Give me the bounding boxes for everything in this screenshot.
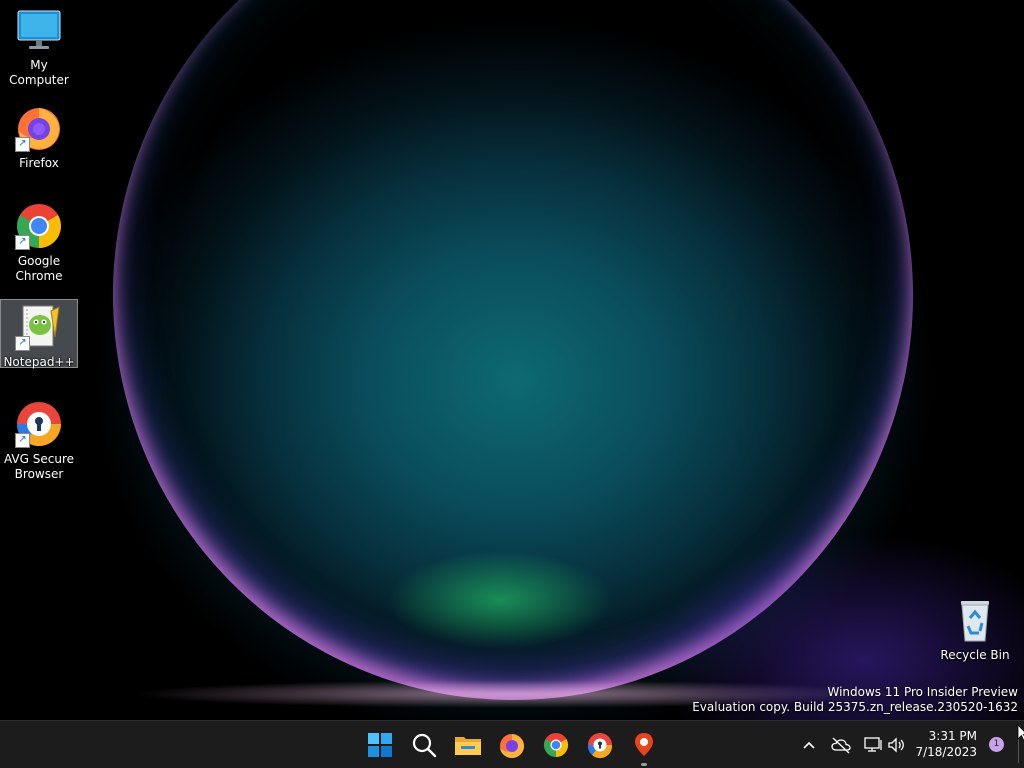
- maps-pin-icon: [635, 733, 653, 756]
- windows-evaluation-watermark: Windows 11 Pro Insider Preview Evaluatio…: [692, 685, 1018, 715]
- monitor-icon: [15, 6, 63, 54]
- show-hidden-icons-button[interactable]: [799, 735, 819, 755]
- notepad-plus-plus-icon: ↗: [15, 303, 63, 351]
- desktop-icon-firefox[interactable]: ↗ Firefox: [1, 104, 77, 170]
- search-icon: [412, 733, 437, 758]
- clock-time: 3:31 PM: [928, 729, 977, 743]
- desktop-icon-label: Recycle Bin: [940, 648, 1010, 662]
- network-status-button[interactable]: [862, 735, 884, 755]
- desktop-icon-label: Google Chrome: [15, 254, 63, 283]
- desktop-icon-notepad-plus-plus[interactable]: ↗ Notepad++: [0, 299, 78, 369]
- file-explorer-icon: [455, 737, 481, 755]
- desktop-wallpaper: [0, 0, 1024, 720]
- volume-button[interactable]: [886, 735, 906, 755]
- desktop-icon-label: Firefox: [19, 156, 59, 170]
- notification-count-badge[interactable]: 1: [989, 737, 1004, 752]
- desktop-icon-avg-secure-browser[interactable]: ↗ AVG Secure Browser: [1, 400, 77, 482]
- file-explorer-button[interactable]: [452, 729, 484, 761]
- avg-secure-browser-icon: ↗: [15, 400, 63, 448]
- shortcut-arrow-icon: ↗: [15, 433, 30, 448]
- start-icon: [368, 733, 392, 757]
- taskbar-firefox-button[interactable]: [496, 729, 528, 761]
- desktop-icon-label: My Computer: [9, 58, 69, 87]
- running-indicator: [641, 763, 647, 766]
- desktop-icon-google-chrome[interactable]: ↗ Google Chrome: [1, 202, 77, 284]
- firefox-icon: [500, 734, 524, 758]
- firefox-icon: ↗: [15, 104, 63, 152]
- taskbar-chrome-button[interactable]: [540, 729, 572, 761]
- taskbar-clock[interactable]: 3:31 PM 7/18/2023: [915, 728, 977, 760]
- volume-icon: [888, 737, 904, 753]
- desktop-icon-my-computer[interactable]: My Computer: [1, 6, 77, 87]
- desktop-icon-recycle-bin[interactable]: Recycle Bin: [937, 596, 1013, 662]
- taskbar: 3:31 PM 7/18/2023 1: [0, 720, 1024, 768]
- taskbar-maps-button[interactable]: [628, 729, 660, 766]
- chrome-icon: [543, 733, 569, 758]
- search-button[interactable]: [408, 729, 440, 761]
- start-button[interactable]: [364, 729, 396, 761]
- watermark-edition-text: Windows 11 Pro Insider Preview: [827, 685, 1018, 699]
- mouse-cursor-icon: [1017, 724, 1024, 742]
- shortcut-arrow-icon: ↗: [15, 336, 30, 351]
- chevron-up-icon: [803, 741, 815, 749]
- watermark-build-text: Evaluation copy. Build 25375.zn_release.…: [692, 700, 1018, 714]
- desktop-icon-label: Notepad++: [3, 355, 75, 369]
- shortcut-arrow-icon: ↗: [15, 137, 30, 152]
- cloud-offline-icon: [831, 737, 851, 754]
- clock-date: 7/18/2023: [915, 745, 977, 759]
- shortcut-arrow-icon: ↗: [15, 235, 30, 250]
- onedrive-status-button[interactable]: [830, 735, 852, 755]
- network-icon: [864, 737, 882, 752]
- avg-secure-browser-icon: [587, 733, 613, 759]
- chrome-icon: ↗: [15, 202, 63, 250]
- taskbar-avg-secure-browser-button[interactable]: [584, 729, 616, 761]
- desktop-icon-label: AVG Secure Browser: [3, 452, 75, 481]
- recycle-bin-icon: [951, 596, 999, 644]
